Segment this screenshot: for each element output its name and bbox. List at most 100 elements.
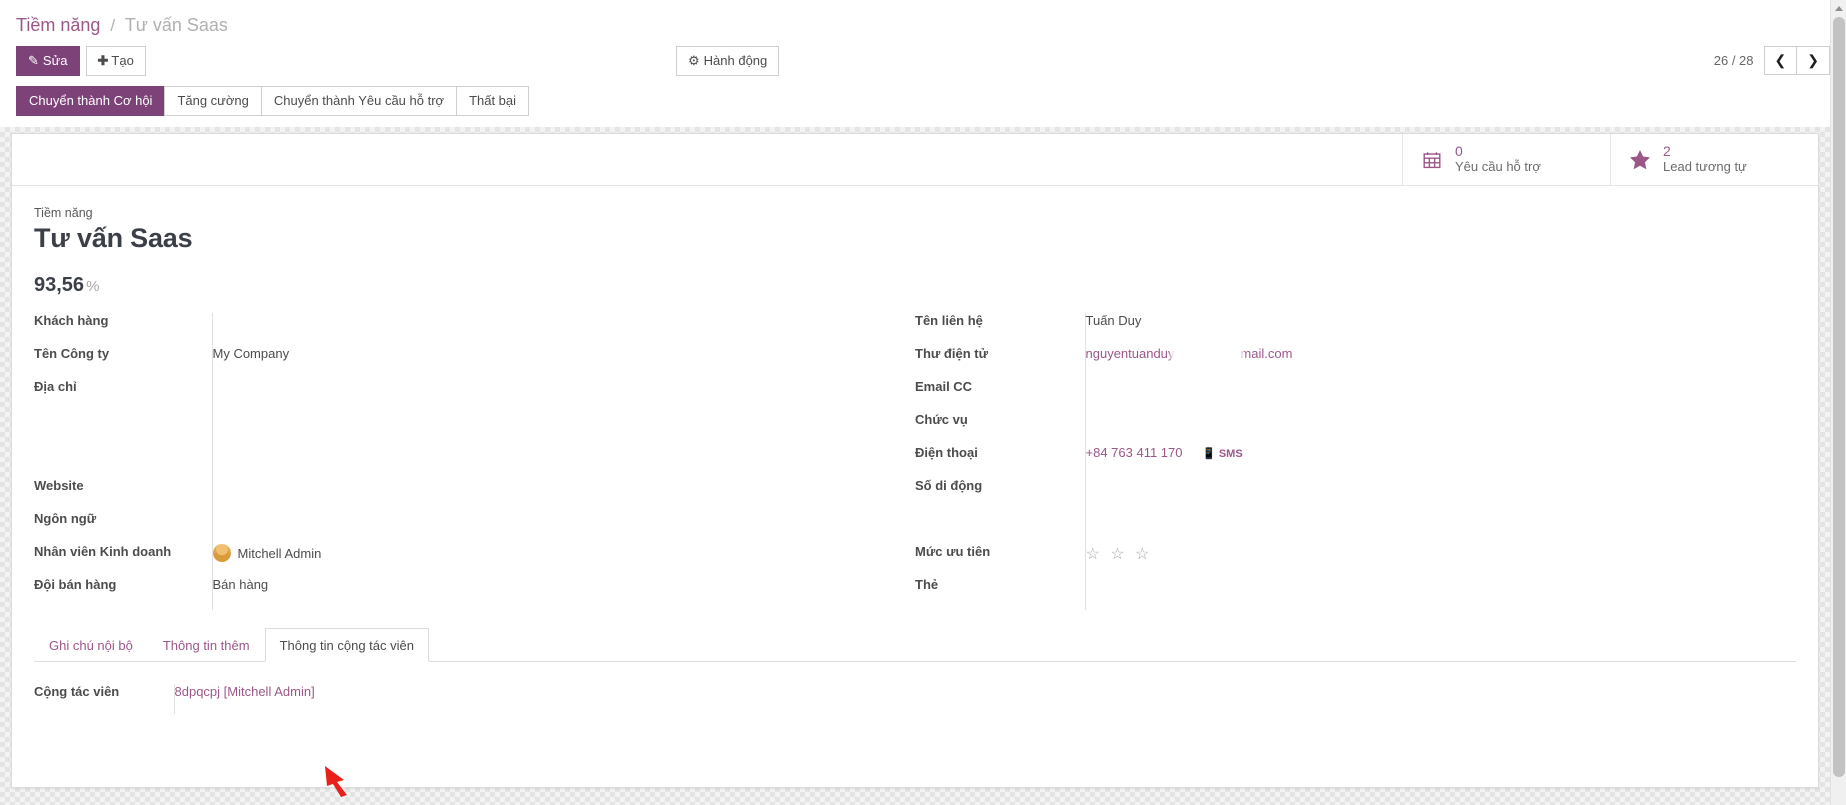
- field-label-phone: Điện thoại: [915, 445, 1085, 478]
- stat-button-similar-leads-text: 2 Lead tương tự: [1663, 144, 1747, 174]
- field-label-company-name: Tên Công ty: [34, 346, 212, 379]
- create-button-label: Tạo: [111, 53, 133, 68]
- pager-previous-button[interactable]: ❮: [1764, 46, 1798, 75]
- field-value-sales-team[interactable]: Bán hàng: [212, 577, 915, 610]
- field-row-address-line3: [34, 445, 915, 478]
- action-button-label: Hành động: [704, 53, 768, 68]
- tab-extra-info[interactable]: Thông tin thêm: [148, 628, 265, 662]
- field-value-spacer[interactable]: [1085, 511, 1796, 544]
- plus-icon: ✚: [98, 53, 109, 68]
- field-row-mobile: Số di động: [915, 478, 1796, 511]
- field-row-company-name: Tên Công ty My Company: [34, 346, 915, 379]
- pager-next-button[interactable]: ❯: [1796, 46, 1830, 75]
- field-row-spacer: [915, 511, 1796, 544]
- field-label-priority: Mức ưu tiên: [915, 544, 1085, 577]
- field-value-email-cc[interactable]: [1085, 379, 1796, 412]
- field-groups: Khách hàng Tên Công ty My Company Địa ch…: [12, 297, 1818, 610]
- edit-create-buttons: ✎Sửa ✚Tạo: [16, 46, 146, 76]
- field-row-tags: Thẻ: [915, 577, 1796, 610]
- create-button[interactable]: ✚Tạo: [86, 46, 146, 76]
- field-label-salesperson: Nhân viên Kinh doanh: [34, 544, 212, 577]
- field-value-priority[interactable]: ☆ ☆ ☆: [1085, 544, 1796, 577]
- collaborator-link[interactable]: 8dpqcpj [Mitchell Admin]: [175, 684, 315, 699]
- redaction-box: [1174, 346, 1240, 359]
- field-row-language: Ngôn ngữ: [34, 511, 915, 544]
- field-value-contact-name[interactable]: Tuấn Duy: [1085, 313, 1796, 346]
- pager: 26 / 28 ❮ ❯: [1714, 46, 1830, 75]
- field-label-email-cc: Email CC: [915, 379, 1085, 412]
- probability-value: 93,56: [34, 274, 84, 296]
- field-value-collaborator[interactable]: 8dpqcpj [Mitchell Admin]: [174, 684, 1796, 714]
- field-row-website: Website: [34, 478, 915, 511]
- page-title[interactable]: Tư vấn Saas: [34, 223, 1818, 254]
- field-value-customer[interactable]: [212, 313, 915, 346]
- field-value-website[interactable]: [212, 478, 915, 511]
- caret-up-icon: [1835, 6, 1843, 11]
- tab-internal-notes[interactable]: Ghi chú nội bộ: [34, 628, 148, 662]
- field-label-contact-name: Tên liên hệ: [915, 313, 1085, 346]
- field-label-tags: Thẻ: [915, 577, 1085, 610]
- avatar: [213, 544, 231, 562]
- field-value-language[interactable]: [212, 511, 915, 544]
- star-icon: [1625, 149, 1655, 170]
- stat-button-tickets[interactable]: 0 Yêu cầu hỗ trợ: [1402, 134, 1610, 185]
- field-row-customer: Khách hàng: [34, 313, 915, 346]
- field-value-address[interactable]: [212, 379, 915, 412]
- stat-button-similar-leads[interactable]: 2 Lead tương tự: [1610, 134, 1818, 185]
- field-label-address: Địa chỉ: [34, 379, 212, 412]
- edit-button-label: Sửa: [43, 53, 68, 68]
- field-value-tags[interactable]: [1085, 577, 1796, 610]
- field-value-address-line2[interactable]: [212, 412, 915, 445]
- field-group-left: Khách hàng Tên Công ty My Company Địa ch…: [34, 313, 915, 610]
- field-value-salesperson[interactable]: Mitchell Admin: [212, 544, 915, 577]
- field-value-mobile[interactable]: [1085, 478, 1796, 511]
- sms-link[interactable]: 📱SMS: [1202, 448, 1243, 460]
- field-label-address-line3: [34, 445, 212, 478]
- field-value-email[interactable]: nguyentuanduymail.com: [1085, 346, 1796, 379]
- statusbar-button-convert-ticket[interactable]: Chuyển thành Yêu cầu hỗ trợ: [261, 86, 457, 116]
- phone-number[interactable]: +84 763 411 170: [1086, 445, 1183, 460]
- edit-button[interactable]: ✎Sửa: [16, 46, 80, 76]
- field-label-collaborator: Cộng tác viên: [34, 684, 174, 714]
- field-value-phone[interactable]: +84 763 411 170 📱SMS: [1085, 445, 1796, 478]
- probability-field[interactable]: 93,56%: [34, 274, 1818, 297]
- stat-button-tickets-text: 0 Yêu cầu hỗ trợ: [1455, 144, 1541, 174]
- field-label-mobile: Số di động: [915, 478, 1085, 511]
- vertical-scrollbar[interactable]: [1830, 0, 1846, 805]
- scrollbar-thumb[interactable]: [1833, 17, 1845, 777]
- field-label-sales-team: Đội bán hàng: [34, 577, 212, 610]
- field-value-job-position[interactable]: [1085, 412, 1796, 445]
- breadcrumb-current: Tư vấn Saas: [125, 15, 228, 35]
- field-row-salesperson: Nhân viên Kinh doanh Mitchell Admin: [34, 544, 915, 577]
- field-label-address-line2: [34, 412, 212, 445]
- field-value-company-name[interactable]: My Company: [212, 346, 915, 379]
- priority-stars[interactable]: ☆ ☆ ☆: [1086, 546, 1153, 563]
- chevron-right-icon: ❯: [1807, 52, 1819, 68]
- field-row-sales-team: Đội bán hàng Bán hàng: [34, 577, 915, 610]
- field-row-phone: Điện thoại +84 763 411 170 📱SMS: [915, 445, 1796, 478]
- notebook-tabs: Ghi chú nội bộ Thông tin thêm Thông tin …: [34, 628, 1796, 662]
- field-row-address: Địa chỉ: [34, 379, 915, 412]
- stat-button-tickets-label: Yêu cầu hỗ trợ: [1455, 159, 1541, 174]
- form-sheet: 0 Yêu cầu hỗ trợ 2 Lead tương tự Tiềm nă…: [11, 133, 1819, 788]
- breadcrumb-parent-link[interactable]: Tiềm năng: [16, 15, 100, 35]
- tab-collaborator-info[interactable]: Thông tin cộng tác viên: [265, 628, 429, 662]
- field-value-address-line3[interactable]: [212, 445, 915, 478]
- stat-button-similar-leads-label: Lead tương tự: [1663, 159, 1747, 174]
- scroll-up-button[interactable]: [1831, 0, 1846, 16]
- statusbar-button-enrich[interactable]: Tăng cường: [164, 86, 261, 116]
- gear-icon: ⚙: [688, 53, 700, 68]
- breadcrumb: Tiềm năng / Tư vấn Saas: [16, 0, 1830, 37]
- red-arrow-annotation: [322, 764, 364, 798]
- statusbar-button-lost[interactable]: Thất bại: [456, 86, 529, 116]
- chevron-left-icon: ❮: [1775, 52, 1787, 68]
- stat-button-box: 0 Yêu cầu hỗ trợ 2 Lead tương tự: [12, 134, 1818, 186]
- field-row-collaborator: Cộng tác viên 8dpqcpj [Mitchell Admin]: [34, 684, 1796, 714]
- salesperson-name: Mitchell Admin: [238, 546, 322, 561]
- stat-button-similar-leads-value: 2: [1663, 143, 1671, 159]
- record-title-block: Tiềm năng Tư vấn Saas 93,56%: [12, 186, 1818, 297]
- control-panel-row: ✎Sửa ✚Tạo ⚙ Hành động 26 / 28 ❮ ❯: [16, 46, 1830, 76]
- statusbar-button-convert-opportunity[interactable]: Chuyển thành Cơ hội: [16, 86, 165, 116]
- action-button[interactable]: ⚙ Hành động: [676, 46, 779, 76]
- field-row-contact-name: Tên liên hệ Tuấn Duy: [915, 313, 1796, 346]
